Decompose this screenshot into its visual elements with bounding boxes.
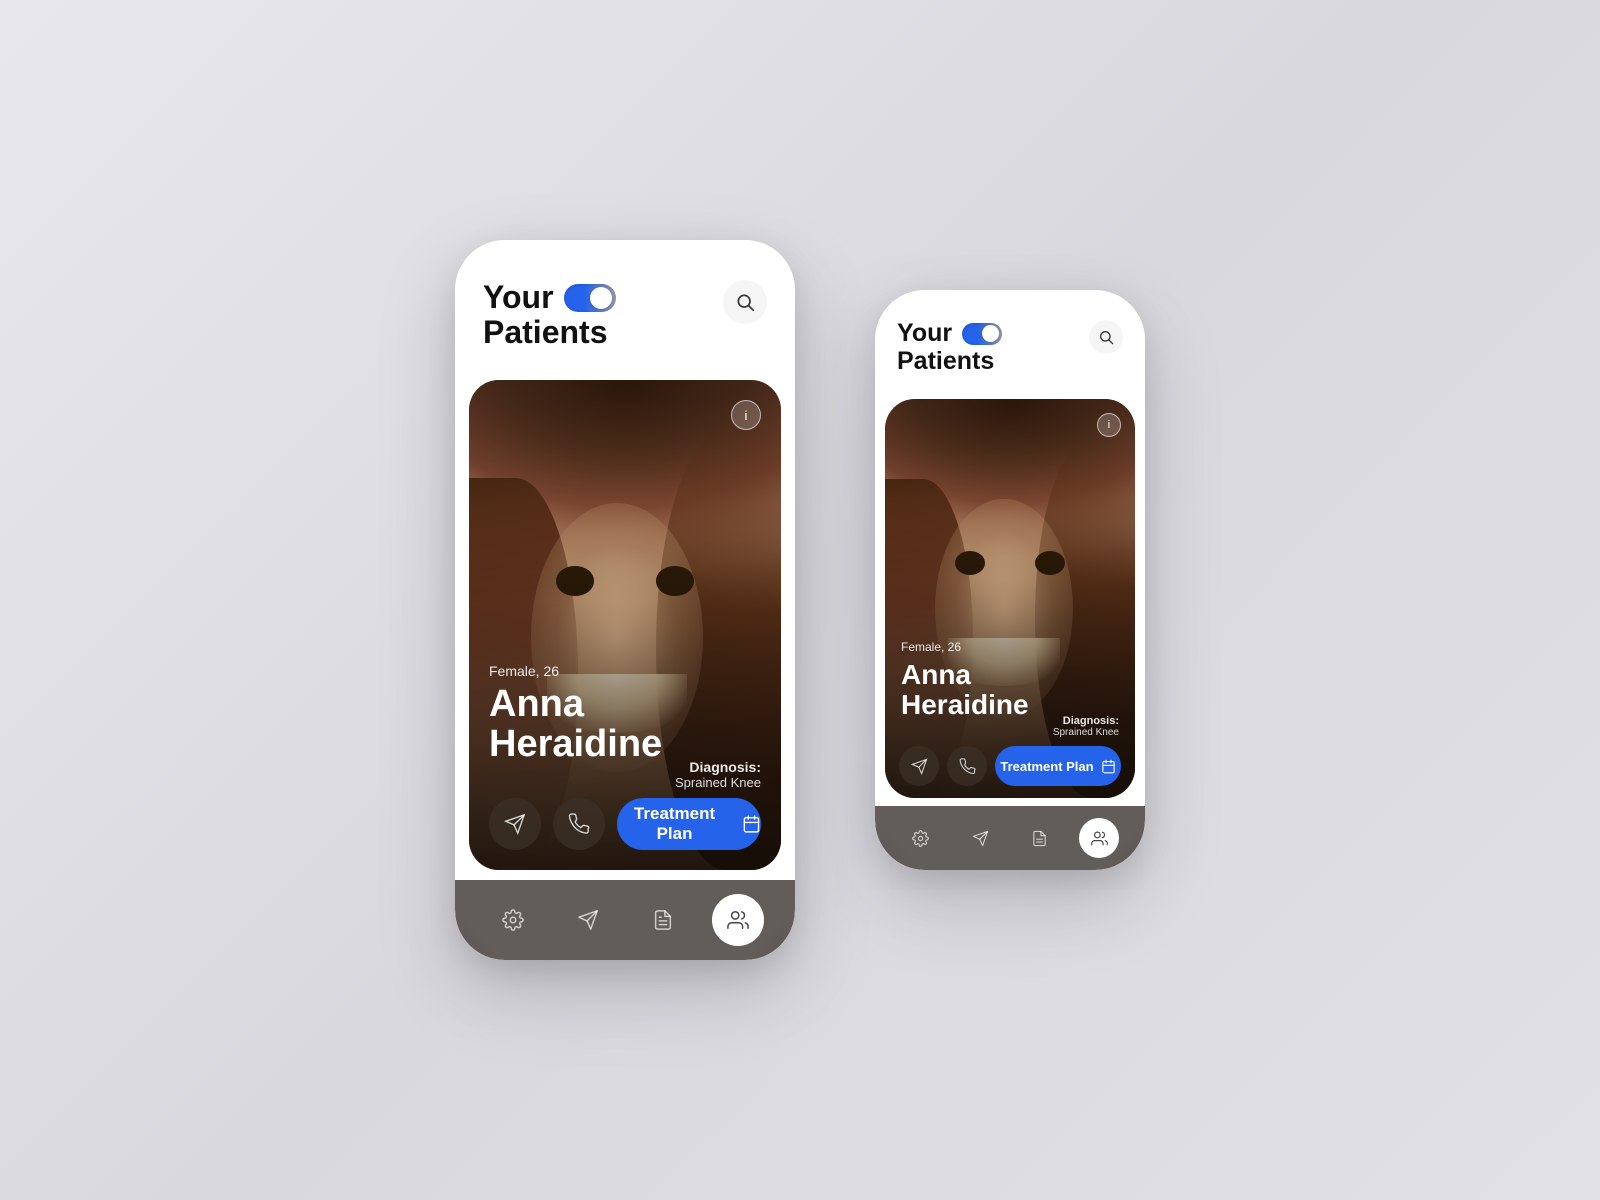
- patient-card-area-small: i Female, 26 Anna Heraidine Diagnosis:: [875, 391, 1145, 806]
- diagnosis-label-small: Diagnosis:: [1053, 715, 1119, 727]
- bottom-nav-large: [455, 880, 795, 960]
- diagnosis-label-large: Diagnosis:: [675, 759, 761, 775]
- search-button-small[interactable]: [1089, 320, 1123, 354]
- bottom-nav-small: [875, 806, 1145, 870]
- phone-large: Your Patients: [455, 240, 795, 960]
- calendar-icon-small: [1101, 759, 1116, 774]
- settings-icon-large: [502, 909, 524, 931]
- phone-small: Your Patients: [875, 290, 1145, 870]
- settings-icon-small: [912, 830, 929, 847]
- gender-age-small: Female, 26: [901, 640, 1029, 654]
- toggle-knob-large: [590, 287, 612, 309]
- toggle-large[interactable]: [564, 284, 616, 312]
- diagnosis-block-large: Diagnosis: Sprained Knee: [675, 759, 761, 790]
- title-line1-large: Your: [483, 280, 616, 315]
- card-shape-large: i Female, 26 Anna Heraidine Diagnosis:: [469, 380, 781, 870]
- patient-name-large: Anna Heraidine: [489, 685, 662, 765]
- action-row-small: Treatment Plan: [899, 746, 1121, 786]
- name-line1-small: Anna: [901, 659, 971, 690]
- nav-send-large[interactable]: [562, 894, 614, 946]
- header-large: Your Patients: [455, 240, 795, 370]
- toggle-knob-small: [982, 325, 999, 342]
- title-patients-small: Patients: [897, 348, 1002, 376]
- nav-notes-large[interactable]: [637, 894, 689, 946]
- phone-icon-large: [568, 813, 590, 835]
- treatment-plan-button-small[interactable]: Treatment Plan: [995, 746, 1121, 786]
- title-line1-small: Your: [897, 320, 1002, 348]
- gender-age-large: Female, 26: [489, 663, 662, 679]
- toggle-small[interactable]: [962, 323, 1002, 345]
- patient-card-area-large: i Female, 26 Anna Heraidine Diagnosis:: [455, 370, 795, 880]
- name-line2-small: Heraidine: [901, 689, 1029, 720]
- nav-settings-small[interactable]: [901, 818, 941, 858]
- phone-icon-small: [959, 758, 976, 775]
- nav-notes-icon-small: [1031, 830, 1048, 847]
- card-shape-small: i Female, 26 Anna Heraidine Diagnosis:: [885, 399, 1135, 798]
- title-block-small: Your Patients: [897, 320, 1002, 375]
- nav-settings-large[interactable]: [487, 894, 539, 946]
- nav-send-icon-small: [972, 830, 989, 847]
- search-button-large[interactable]: [723, 280, 767, 324]
- name-line1-large: Anna: [489, 683, 584, 725]
- card-overlay-small: Female, 26 Anna Heraidine Diagnosis: Spr…: [885, 399, 1135, 798]
- send-button-large[interactable]: [489, 798, 541, 850]
- nav-patients-small[interactable]: [1079, 818, 1119, 858]
- title-your-small: Your: [897, 320, 952, 348]
- call-button-large[interactable]: [553, 798, 605, 850]
- call-button-small[interactable]: [947, 746, 987, 786]
- header-small: Your Patients: [875, 290, 1145, 391]
- nav-send-icon-large: [577, 909, 599, 931]
- nav-patients-icon-small: [1091, 830, 1108, 847]
- title-block-large: Your Patients: [483, 280, 616, 350]
- search-icon-small: [1098, 329, 1114, 345]
- send-icon-large: [504, 813, 526, 835]
- diagnosis-value-small: Sprained Knee: [1053, 727, 1119, 738]
- phones-container: Your Patients: [455, 240, 1145, 960]
- send-icon-small: [911, 758, 928, 775]
- name-line2-large: Heraidine: [489, 723, 662, 765]
- treatment-plan-button-large[interactable]: Treatment Plan: [617, 798, 761, 850]
- title-your-large: Your: [483, 280, 554, 315]
- diagnosis-block-small: Diagnosis: Sprained Knee: [1053, 715, 1119, 738]
- title-patients-large: Patients: [483, 315, 616, 350]
- treatment-plan-label-large: Treatment Plan: [617, 804, 732, 844]
- send-button-small[interactable]: [899, 746, 939, 786]
- nav-notes-small[interactable]: [1020, 818, 1060, 858]
- search-icon-large: [735, 292, 755, 312]
- nav-send-small[interactable]: [960, 818, 1000, 858]
- card-overlay-large: Female, 26 Anna Heraidine Diagnosis: Spr…: [469, 380, 781, 870]
- patient-name-small: Anna Heraidine: [901, 660, 1029, 719]
- nav-patients-large[interactable]: [712, 894, 764, 946]
- nav-notes-icon-large: [652, 909, 674, 931]
- action-row-large: Treatment Plan: [489, 798, 761, 850]
- treatment-plan-label-small: Treatment Plan: [1000, 759, 1093, 774]
- diagnosis-value-large: Sprained Knee: [675, 775, 761, 790]
- nav-patients-icon-large: [727, 909, 749, 931]
- calendar-icon-large: [742, 814, 761, 834]
